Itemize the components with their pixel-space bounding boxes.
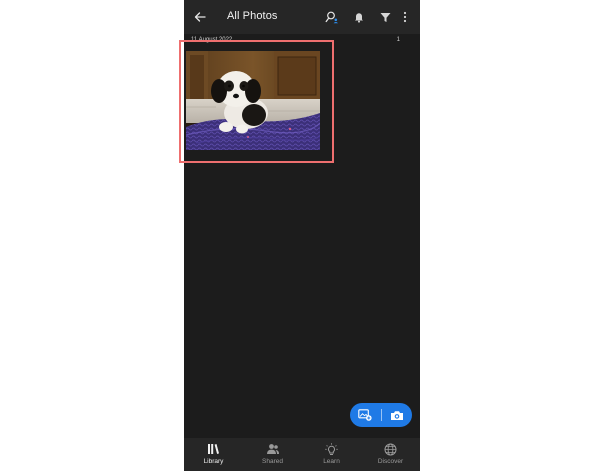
camera-button[interactable]	[382, 403, 413, 427]
filter-icon	[380, 12, 390, 22]
add-photo-button[interactable]	[350, 403, 381, 427]
people-search-button[interactable]	[325, 10, 339, 24]
people-search-icon	[325, 11, 338, 24]
nav-label-shared: Shared	[262, 458, 283, 465]
camera-icon	[390, 410, 403, 420]
photo-thumbnail[interactable]	[186, 51, 320, 150]
bell-icon	[355, 13, 363, 23]
date-label: 11 August 2022	[191, 37, 233, 43]
more-options-button[interactable]	[400, 10, 410, 24]
filter-button[interactable]	[378, 10, 392, 24]
phone-screen: All Photos 11 August 2022 1 Library Shar…	[184, 0, 420, 471]
library-icon	[208, 444, 219, 454]
more-vertical-icon	[403, 11, 407, 23]
nav-shared[interactable]: Shared	[243, 438, 302, 471]
notifications-button[interactable]	[352, 10, 366, 24]
globe-icon	[384, 443, 397, 455]
nav-label-library: Library	[203, 458, 224, 465]
top-app-bar: All Photos	[184, 0, 420, 34]
date-group-header: 11 August 2022 1	[184, 34, 420, 48]
lightbulb-icon	[325, 442, 338, 455]
page-title: All Photos	[227, 10, 278, 22]
add-photos-fab	[350, 403, 412, 427]
nav-label-learn: Learn	[323, 458, 340, 465]
nav-discover[interactable]: Discover	[361, 438, 420, 471]
back-button[interactable]	[192, 9, 208, 25]
add-photo-icon	[358, 409, 372, 421]
arrow-left-icon	[194, 12, 206, 22]
nav-label-discover: Discover	[377, 458, 404, 465]
nav-library[interactable]: Library	[184, 438, 243, 471]
shared-people-icon	[266, 444, 279, 454]
photo-count: 1	[396, 37, 400, 43]
nav-learn[interactable]: Learn	[302, 438, 361, 471]
puppy-photo	[186, 51, 320, 150]
bottom-navigation: Library Shared Learn Discover	[184, 438, 420, 471]
